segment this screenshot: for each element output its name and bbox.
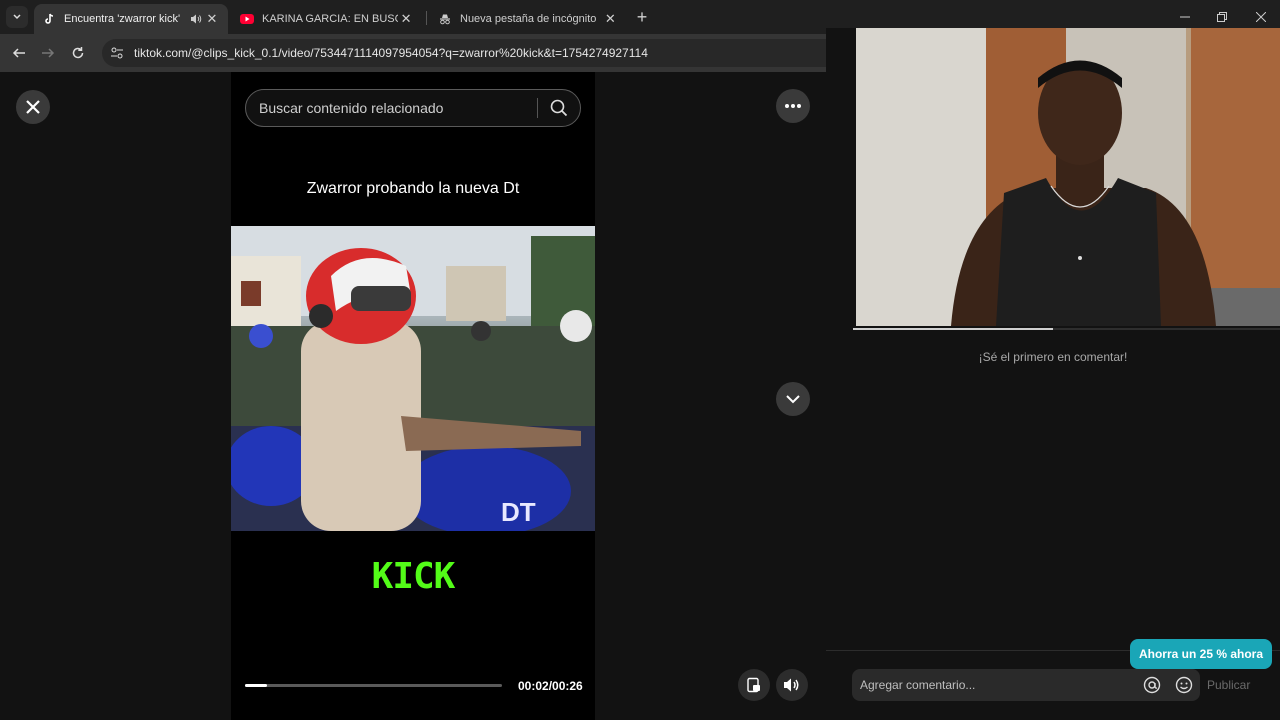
tab-tiktok[interactable]: Encuentra 'zwarror kick' en ✕ (34, 4, 228, 34)
window-close-icon[interactable] (1251, 8, 1271, 26)
webcam-overlay (856, 28, 1280, 326)
video-scene-image: DT (231, 226, 595, 531)
empty-comments-text: ¡Sé el primero en comentar! (978, 350, 1128, 364)
video-progress-bar[interactable] (245, 684, 502, 687)
site-settings-icon[interactable] (110, 46, 124, 60)
comment-placeholder: Agregar comentario... (860, 678, 976, 692)
webcam-person-image (856, 28, 1280, 326)
video-time: 00:02/00:26 (518, 679, 583, 693)
url-text: tiktok.com/@clips_kick_0.1/video/7534471… (134, 46, 648, 60)
promo-button[interactable]: Ahorra un 25 % ahora (1130, 639, 1272, 669)
tiktok-video-page: Buscar contenido relacionado Zwarror pro… (0, 72, 856, 720)
tab-title: Nueva pestaña de incógnito (460, 13, 597, 25)
restore-icon[interactable] (1212, 8, 1232, 26)
more-dots-icon (785, 104, 801, 108)
back-arrow-icon[interactable] (8, 42, 30, 64)
search-placeholder: Buscar contenido relacionado (259, 100, 444, 116)
video-progress-fill (245, 684, 267, 687)
minimize-icon[interactable] (1175, 8, 1195, 26)
screen: Encuentra 'zwarror kick' en ✕ KARINA GAR… (0, 0, 1280, 720)
tab-separator (426, 11, 427, 25)
forward-arrow-icon[interactable] (37, 42, 59, 64)
chevron-down-icon (786, 395, 800, 404)
next-video-button[interactable] (776, 382, 810, 416)
volume-button[interactable] (776, 669, 808, 701)
webcam-progress-bar (853, 328, 1280, 330)
tab-search-button[interactable] (6, 6, 28, 28)
url-input[interactable]: tiktok.com/@clips_kick_0.1/video/7534471… (102, 39, 862, 67)
tab-close-icon[interactable]: ✕ (398, 11, 414, 27)
address-bar: tiktok.com/@clips_kick_0.1/video/7534471… (0, 34, 862, 72)
mention-icon[interactable] (1136, 676, 1168, 694)
tiktok-icon (42, 12, 56, 26)
new-tab-plus-icon[interactable]: + (632, 7, 652, 27)
video-frame[interactable]: DT (231, 226, 595, 531)
close-video-button[interactable] (16, 90, 50, 124)
youtube-icon (240, 12, 254, 26)
tab-close-icon[interactable]: ✕ (204, 11, 220, 27)
speaker-icon[interactable] (190, 13, 204, 25)
mini-player-icon (747, 677, 760, 693)
tab-close-icon[interactable]: ✕ (603, 11, 618, 27)
webcam-progress-fill (853, 328, 1053, 330)
svg-text:DT: DT (501, 497, 536, 527)
kick-logo-text: KICK (371, 556, 456, 597)
search-icon[interactable] (538, 99, 580, 117)
comments-panel: ¡Sé el primero en comentar! Ahorra un 25… (826, 28, 1280, 720)
more-options-button[interactable] (776, 89, 810, 123)
incognito-icon (438, 12, 452, 26)
tab-title: KARINA GARCIA: EN BUSCA DE (262, 13, 398, 25)
tab-youtube[interactable]: KARINA GARCIA: EN BUSCA DE ✕ (232, 4, 422, 34)
tab-title: Encuentra 'zwarror kick' en (64, 13, 182, 25)
comment-input[interactable]: Agregar comentario... (852, 669, 1200, 701)
related-search-input[interactable]: Buscar contenido relacionado (245, 89, 581, 127)
close-icon (26, 100, 40, 114)
chevron-down-icon (13, 14, 21, 20)
publish-button[interactable]: Publicar (1207, 678, 1250, 692)
speaker-icon (784, 678, 799, 692)
video-stage: Buscar contenido relacionado Zwarror pro… (231, 72, 595, 720)
reload-icon[interactable] (67, 42, 89, 64)
emoji-icon[interactable] (1168, 676, 1200, 694)
floating-player-button[interactable] (738, 669, 770, 701)
video-caption-title: Zwarror probando la nueva Dt (306, 180, 520, 197)
tab-incognito[interactable]: Nueva pestaña de incógnito ✕ (430, 4, 626, 34)
